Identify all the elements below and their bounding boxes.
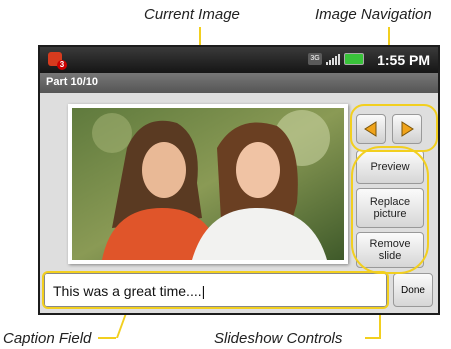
phone-screen: 3 3G 1:55 PM Part 10/10 Preview Replace … bbox=[38, 45, 440, 315]
callout-caption-field: Caption Field bbox=[3, 330, 92, 347]
callout-image-navigation: Image Navigation bbox=[315, 6, 432, 23]
page-title: Part 10/10 bbox=[46, 76, 98, 88]
slideshow-controls-highlight bbox=[351, 146, 429, 274]
title-bar: Part 10/10 bbox=[40, 73, 438, 93]
leader-line bbox=[98, 337, 116, 339]
leader-line bbox=[365, 337, 381, 339]
status-icons: 3G bbox=[308, 53, 364, 65]
status-bar: 3 3G 1:55 PM bbox=[40, 47, 438, 73]
clock: 1:55 PM bbox=[377, 52, 430, 68]
done-button[interactable]: Done bbox=[393, 273, 433, 307]
caption-field-highlight bbox=[42, 271, 389, 309]
network-3g-icon: 3G bbox=[308, 53, 322, 65]
photo-image bbox=[72, 108, 344, 260]
callout-slideshow-controls: Slideshow Controls bbox=[214, 330, 343, 347]
current-image[interactable] bbox=[68, 104, 348, 264]
messaging-notification-icon: 3 bbox=[48, 52, 67, 70]
signal-strength-icon bbox=[326, 53, 340, 65]
image-navigation-highlight bbox=[350, 104, 438, 152]
battery-icon bbox=[344, 53, 364, 65]
callout-current-image: Current Image bbox=[144, 6, 240, 23]
notification-badge: 3 bbox=[57, 60, 67, 70]
